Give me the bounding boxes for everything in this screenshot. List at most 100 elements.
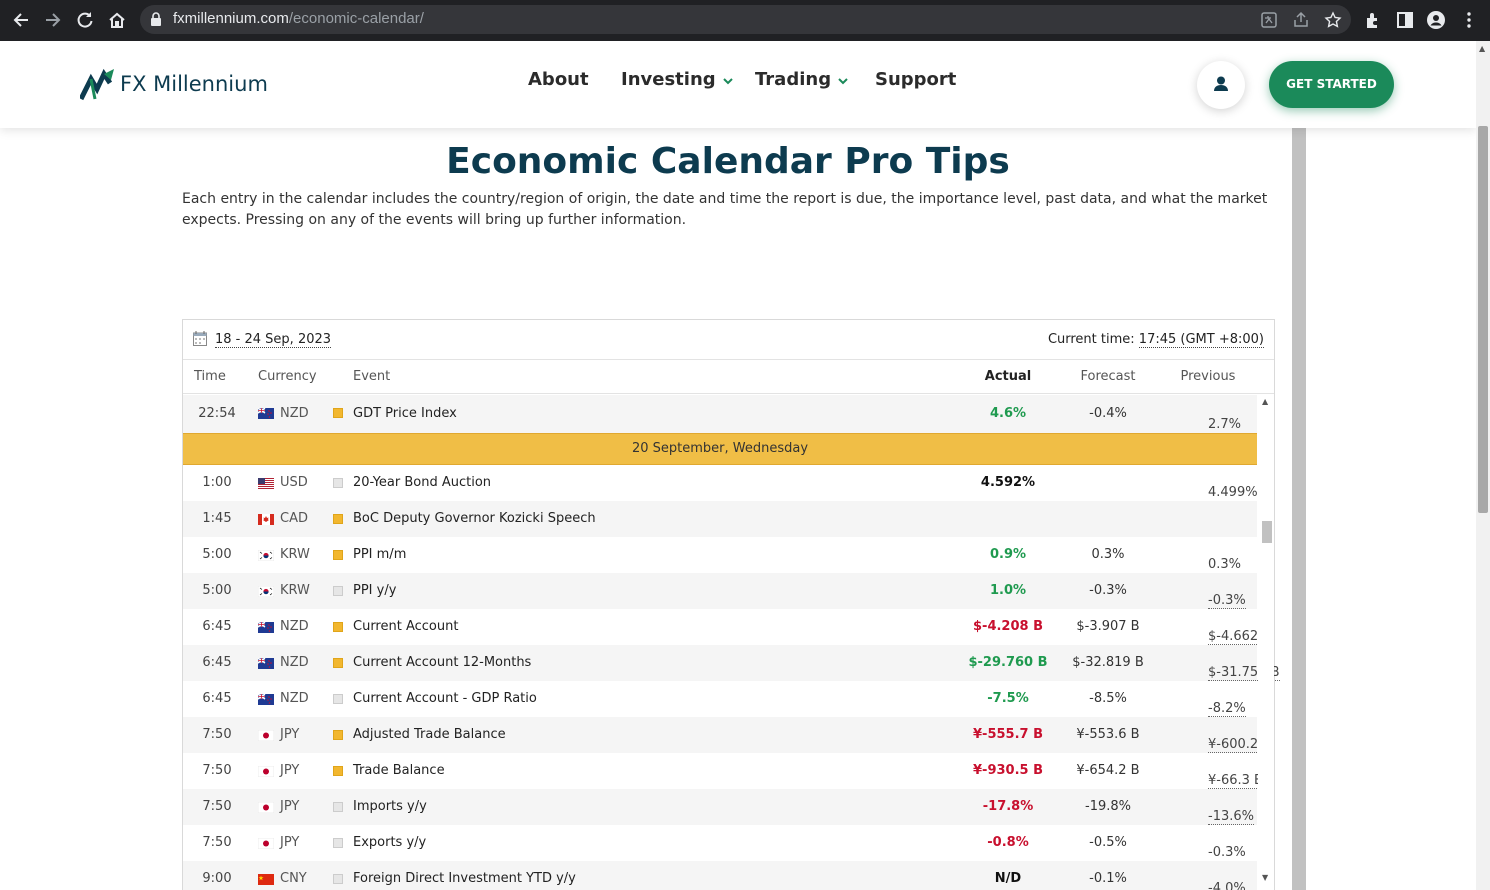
row-event[interactable]: Current Account 12-Months bbox=[353, 655, 531, 670]
table-row[interactable]: 6:45 NZD Current Account $-4.208 B $-3.907 B… bbox=[183, 609, 1272, 645]
table-row[interactable]: 5:00 KRW PPI y/y 1.0% -0.3% -0.3% bbox=[183, 573, 1257, 609]
row-time: 22:54 bbox=[198, 406, 236, 421]
window-scroll-up-icon[interactable]: ▲ bbox=[1479, 44, 1485, 53]
scroll-down-arrow-icon[interactable]: ▼ bbox=[1262, 873, 1268, 882]
row-currency: NZD bbox=[280, 619, 309, 634]
timezone-selector[interactable]: 17:45 (GMT +8:00) bbox=[1138, 332, 1264, 348]
row-event[interactable]: GDT Price Index bbox=[353, 406, 457, 421]
col-previous[interactable]: Previous bbox=[1158, 369, 1258, 384]
col-time[interactable]: Time bbox=[194, 369, 226, 384]
table-row[interactable]: 7:50 JPY Adjusted Trade Balance ¥-555.7 B ¥-… bbox=[183, 717, 1272, 753]
row-event[interactable]: Current Account - GDP Ratio bbox=[353, 691, 537, 706]
url-text: fxmillennium.com/economic-calendar/ bbox=[173, 10, 424, 27]
importance-indicator bbox=[333, 514, 343, 524]
nav-about[interactable]: About bbox=[528, 69, 589, 90]
row-forecast: -0.1% bbox=[1089, 871, 1127, 886]
date-range-picker[interactable]: 18 - 24 Sep, 2023 bbox=[215, 332, 332, 348]
more-menu-icon[interactable] bbox=[1459, 10, 1479, 30]
reload-icon[interactable] bbox=[72, 7, 98, 33]
share-icon[interactable] bbox=[1292, 11, 1310, 29]
chevron-down-icon bbox=[719, 74, 733, 88]
calendar-scroll-thumb[interactable] bbox=[1262, 521, 1272, 543]
home-icon[interactable] bbox=[104, 7, 130, 33]
calendar-scrollbar[interactable]: ▲ ▼ bbox=[1258, 395, 1274, 890]
table-row[interactable]: 6:45 NZD Current Account 12-Months $-29.760… bbox=[183, 645, 1280, 681]
table-row[interactable]: 6:45 NZD Current Account - GDP Ratio -7.5% -… bbox=[183, 681, 1257, 717]
translate-icon[interactable] bbox=[1260, 11, 1278, 29]
col-currency[interactable]: Currency bbox=[258, 369, 317, 384]
table-row[interactable]: 7:50 JPY Imports y/y -17.8% -19.8% -13.6% bbox=[183, 789, 1257, 825]
address-bar[interactable]: fxmillennium.com/economic-calendar/ bbox=[140, 5, 1351, 34]
row-actual: N/D bbox=[994, 871, 1022, 886]
importance-indicator bbox=[333, 766, 343, 776]
row-event[interactable]: Trade Balance bbox=[353, 763, 445, 778]
row-event[interactable]: Foreign Direct Investment YTD y/y bbox=[353, 871, 576, 886]
nav-support[interactable]: Support bbox=[875, 69, 956, 90]
row-time: 5:00 bbox=[202, 583, 232, 598]
logo-text: FX Millennium bbox=[120, 72, 268, 96]
row-currency: CNY bbox=[280, 871, 307, 886]
intro-text: Each entry in the calendar includes the … bbox=[182, 191, 1268, 228]
row-forecast: $-32.819 B bbox=[1072, 655, 1144, 670]
row-event[interactable]: BoC Deputy Governor Kozicki Speech bbox=[353, 511, 596, 526]
row-previous-value: 4.499% bbox=[1208, 485, 1258, 500]
profile-icon[interactable] bbox=[1426, 10, 1446, 30]
row-time: 7:50 bbox=[202, 835, 232, 850]
table-row[interactable]: 5:00 KRW PPI m/m 0.9% 0.3% 0.3% bbox=[183, 537, 1257, 573]
bookmark-star-icon[interactable] bbox=[1324, 11, 1342, 29]
table-row[interactable]: 9:00 CNY Foreign Direct Investment YTD y/y… bbox=[183, 861, 1257, 890]
nav-trading[interactable]: Trading bbox=[755, 69, 848, 90]
row-time: 7:50 bbox=[202, 727, 232, 742]
jp-flag-icon bbox=[257, 837, 275, 850]
table-row[interactable]: 1:00 USD 20-Year Bond Auction 4.592% 4.499% bbox=[183, 465, 1257, 501]
get-started-button[interactable]: GET STARTED bbox=[1269, 61, 1394, 108]
row-actual: -0.8% bbox=[987, 835, 1029, 850]
col-actual[interactable]: Actual bbox=[958, 369, 1058, 384]
row-previous-value[interactable]: ¥-66.3 B bbox=[1208, 773, 1263, 789]
row-event[interactable]: 20-Year Bond Auction bbox=[353, 475, 491, 490]
nz-flag-icon bbox=[257, 693, 274, 705]
row-time: 6:45 bbox=[202, 691, 232, 706]
row-forecast: -0.5% bbox=[1089, 835, 1127, 850]
nav-investing-label: Investing bbox=[621, 69, 716, 90]
row-forecast: 0.3% bbox=[1091, 547, 1125, 562]
side-panel-icon[interactable] bbox=[1395, 10, 1415, 30]
nav-trading-label: Trading bbox=[755, 69, 832, 90]
extensions-icon[interactable] bbox=[1363, 10, 1383, 30]
jp-flag-icon bbox=[257, 801, 275, 814]
row-event[interactable]: Imports y/y bbox=[353, 799, 427, 814]
row-previous-value: -0.3% bbox=[1208, 845, 1246, 860]
importance-indicator bbox=[333, 874, 343, 884]
table-row[interactable]: 7:50 JPY Trade Balance ¥-930.5 B ¥-654.2 B ¥-… bbox=[183, 753, 1263, 789]
nav-investing[interactable]: Investing bbox=[621, 69, 733, 90]
url-host: fxmillennium.com bbox=[173, 10, 289, 27]
url-path: /economic-calendar/ bbox=[288, 10, 424, 27]
site-logo[interactable]: FX Millennium bbox=[80, 68, 268, 102]
row-event[interactable]: Current Account bbox=[353, 619, 458, 634]
page-title: Economic Calendar Pro Tips bbox=[446, 141, 1010, 182]
row-previous-value[interactable]: -0.3% bbox=[1208, 593, 1246, 609]
col-event[interactable]: Event bbox=[353, 369, 390, 384]
row-event[interactable]: Adjusted Trade Balance bbox=[353, 727, 506, 742]
account-button[interactable] bbox=[1197, 61, 1245, 109]
row-previous-value[interactable]: -8.2% bbox=[1208, 701, 1246, 717]
row-event[interactable]: PPI m/m bbox=[353, 547, 406, 562]
back-icon[interactable] bbox=[8, 7, 34, 33]
table-row[interactable]: 1:45 CAD BoC Deputy Governor Kozicki Speec… bbox=[183, 501, 1257, 537]
row-currency: NZD bbox=[280, 406, 309, 421]
window-scrollbar[interactable]: ▲ bbox=[1476, 41, 1490, 890]
col-forecast[interactable]: Forecast bbox=[1058, 369, 1158, 384]
row-actual: 4.6% bbox=[989, 406, 1027, 421]
table-row[interactable]: 22:54 NZD GDT Price Index 4.6% -0.4% 2.7% bbox=[183, 395, 1257, 433]
calendar-icon[interactable] bbox=[193, 331, 207, 346]
row-actual: 0.9% bbox=[989, 547, 1027, 562]
cn-flag-icon bbox=[258, 874, 274, 885]
row-previous-value[interactable]: -13.6% bbox=[1208, 809, 1254, 825]
table-row[interactable]: 7:50 JPY Exports y/y -0.8% -0.5% -0.3% bbox=[183, 825, 1257, 861]
row-event[interactable]: PPI y/y bbox=[353, 583, 396, 598]
scroll-up-arrow-icon[interactable]: ▲ bbox=[1262, 397, 1268, 406]
window-scroll-thumb[interactable] bbox=[1478, 126, 1488, 513]
row-currency: NZD bbox=[280, 691, 309, 706]
row-event[interactable]: Exports y/y bbox=[353, 835, 426, 850]
forward-icon[interactable] bbox=[40, 7, 66, 33]
